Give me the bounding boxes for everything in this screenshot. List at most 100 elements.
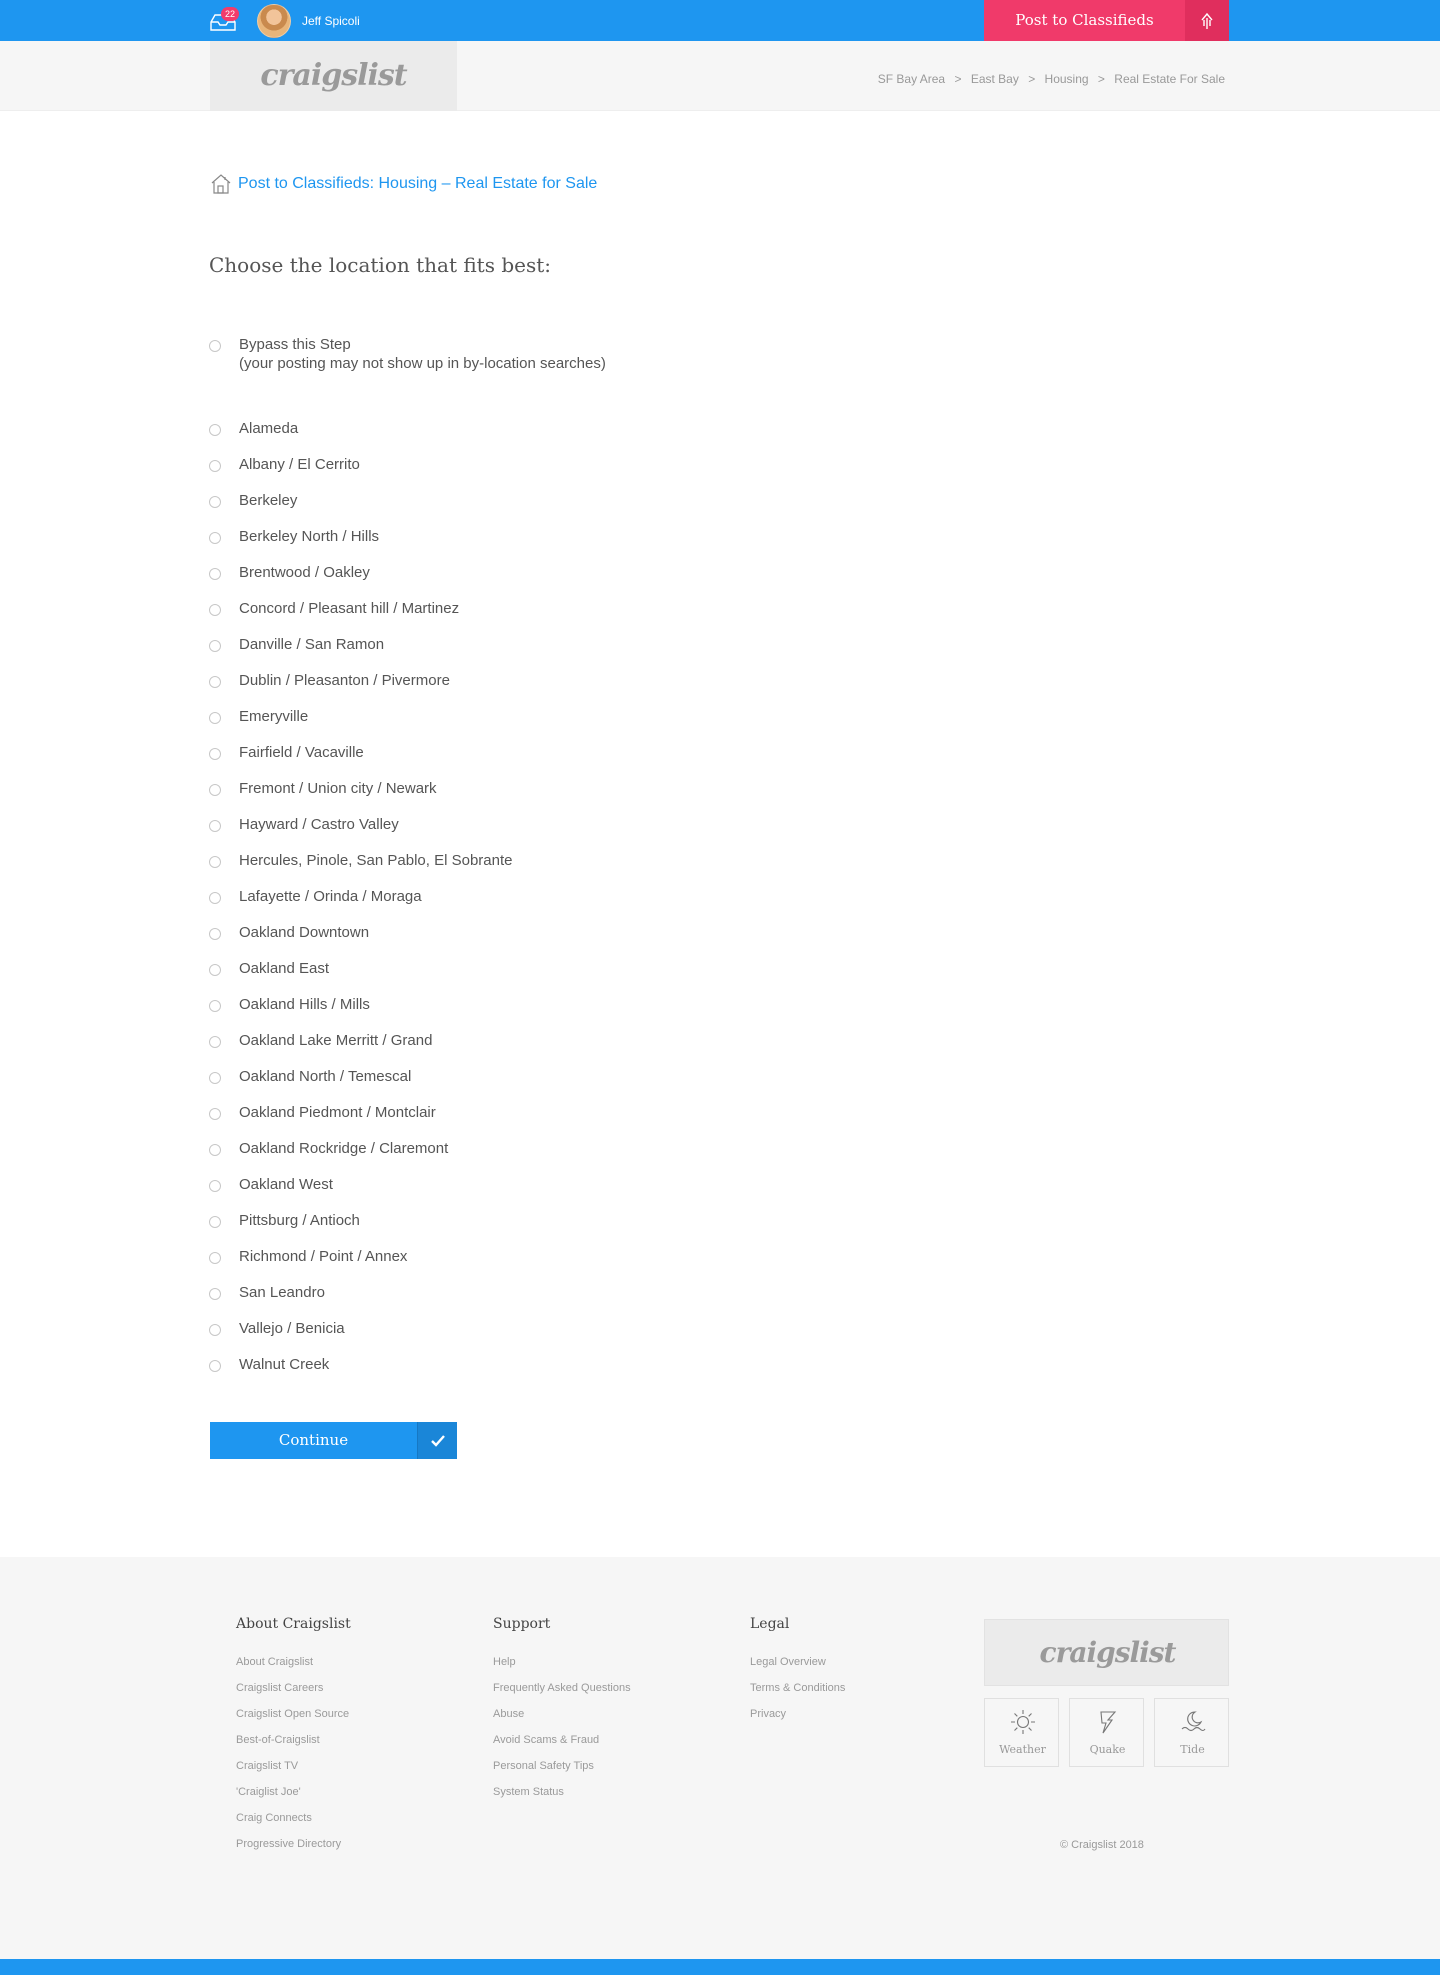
- location-label[interactable]: Richmond / Point / Annex: [239, 1248, 407, 1265]
- location-label[interactable]: Hayward / Castro Valley: [239, 816, 399, 833]
- location-option[interactable]: Berkeley North / Hills: [0, 526, 600, 562]
- location-option[interactable]: Fremont / Union city / Newark: [0, 778, 600, 814]
- location-option[interactable]: Oakland Hills / Mills: [0, 994, 600, 1030]
- location-radio[interactable]: [209, 568, 221, 580]
- location-option[interactable]: Oakland Downtown: [0, 922, 600, 958]
- breadcrumb-real-estate[interactable]: Real Estate For Sale: [1114, 72, 1225, 86]
- footer-link[interactable]: Help: [493, 1656, 516, 1668]
- location-radio[interactable]: [209, 1108, 221, 1120]
- location-radio[interactable]: [209, 604, 221, 616]
- location-option[interactable]: Vallejo / Benicia: [0, 1318, 600, 1354]
- location-option[interactable]: Albany / El Cerrito: [0, 454, 600, 490]
- location-radio[interactable]: [209, 1360, 221, 1372]
- location-label[interactable]: Dublin / Pleasanton / Pivermore: [239, 672, 450, 689]
- footer-link[interactable]: About Craigslist: [236, 1656, 313, 1668]
- location-label[interactable]: Alameda: [239, 420, 298, 437]
- location-label[interactable]: Lafayette / Orinda / Moraga: [239, 888, 422, 905]
- location-option[interactable]: Dublin / Pleasanton / Pivermore: [0, 670, 600, 706]
- location-option[interactable]: Alameda: [0, 418, 600, 454]
- location-option[interactable]: Walnut Creek: [0, 1354, 600, 1390]
- logo[interactable]: craigslist: [210, 41, 457, 111]
- location-label[interactable]: Brentwood / Oakley: [239, 564, 370, 581]
- footer-link[interactable]: Personal Safety Tips: [493, 1760, 594, 1772]
- location-option[interactable]: Danville / San Ramon: [0, 634, 600, 670]
- breadcrumb-sf-bay-area[interactable]: SF Bay Area: [878, 72, 945, 86]
- location-radio[interactable]: [209, 424, 221, 436]
- avatar[interactable]: [257, 4, 291, 38]
- location-label[interactable]: Oakland East: [239, 960, 329, 977]
- breadcrumb-east-bay[interactable]: East Bay: [971, 72, 1019, 86]
- location-radio[interactable]: [209, 1288, 221, 1300]
- location-radio[interactable]: [209, 712, 221, 724]
- post-to-classifieds-button[interactable]: Post to Classifieds: [984, 0, 1185, 41]
- location-radio[interactable]: [209, 856, 221, 868]
- footer-link[interactable]: Privacy: [750, 1708, 786, 1720]
- quake-widget[interactable]: Quake: [1069, 1698, 1144, 1767]
- location-label[interactable]: Fairfield / Vacaville: [239, 744, 364, 761]
- location-option[interactable]: Hercules, Pinole, San Pablo, El Sobrante: [0, 850, 600, 886]
- location-option[interactable]: Hayward / Castro Valley: [0, 814, 600, 850]
- location-radio[interactable]: [209, 460, 221, 472]
- location-label[interactable]: Oakland Piedmont / Montclair: [239, 1104, 436, 1121]
- location-radio[interactable]: [209, 1324, 221, 1336]
- location-option[interactable]: Concord / Pleasant hill / Martinez: [0, 598, 600, 634]
- location-radio[interactable]: [209, 1180, 221, 1192]
- footer-link[interactable]: 'Craiglist Joe': [236, 1786, 301, 1798]
- location-radio[interactable]: [209, 640, 221, 652]
- location-radio[interactable]: [209, 784, 221, 796]
- location-option[interactable]: Lafayette / Orinda / Moraga: [0, 886, 600, 922]
- location-label[interactable]: Oakland North / Temescal: [239, 1068, 411, 1085]
- page-title-link[interactable]: Post to Classifieds: Housing – Real Esta…: [238, 175, 597, 193]
- username[interactable]: Jeff Spicoli: [302, 14, 360, 28]
- location-label[interactable]: San Leandro: [239, 1284, 325, 1301]
- location-option[interactable]: Oakland Lake Merritt / Grand: [0, 1030, 600, 1066]
- location-radio[interactable]: [209, 1000, 221, 1012]
- location-radio[interactable]: [209, 1216, 221, 1228]
- location-option[interactable]: Brentwood / Oakley: [0, 562, 600, 598]
- location-label[interactable]: Walnut Creek: [239, 1356, 329, 1373]
- location-radio[interactable]: [209, 892, 221, 904]
- footer-link[interactable]: Best-of-Craigslist: [236, 1734, 320, 1746]
- location-label[interactable]: Pittsburg / Antioch: [239, 1212, 360, 1229]
- footer-link[interactable]: Progressive Directory: [236, 1838, 341, 1850]
- continue-button[interactable]: Continue: [210, 1422, 457, 1459]
- location-radio[interactable]: [209, 1072, 221, 1084]
- location-radio[interactable]: [209, 676, 221, 688]
- location-label[interactable]: Emeryville: [239, 708, 308, 725]
- location-option[interactable]: Pittsburg / Antioch: [0, 1210, 600, 1246]
- footer-link[interactable]: Frequently Asked Questions: [493, 1682, 631, 1694]
- location-label[interactable]: Oakland Lake Merritt / Grand: [239, 1032, 432, 1049]
- radio-bypass[interactable]: [209, 340, 221, 352]
- location-option[interactable]: Oakland Rockridge / Claremont: [0, 1138, 600, 1174]
- location-option[interactable]: Oakland North / Temescal: [0, 1066, 600, 1102]
- location-radio[interactable]: [209, 928, 221, 940]
- location-option[interactable]: San Leandro: [0, 1282, 600, 1318]
- footer-link[interactable]: Craig Connects: [236, 1812, 312, 1824]
- location-label[interactable]: Fremont / Union city / Newark: [239, 780, 437, 797]
- location-label[interactable]: Oakland West: [239, 1176, 333, 1193]
- footer-link[interactable]: Craigslist Open Source: [236, 1708, 349, 1720]
- location-label[interactable]: Hercules, Pinole, San Pablo, El Sobrante: [239, 852, 513, 869]
- footer-link[interactable]: Avoid Scams & Fraud: [493, 1734, 599, 1746]
- location-option[interactable]: Richmond / Point / Annex: [0, 1246, 600, 1282]
- location-label[interactable]: Danville / San Ramon: [239, 636, 384, 653]
- footer-logo[interactable]: craigslist: [984, 1619, 1229, 1686]
- location-label[interactable]: Berkeley North / Hills: [239, 528, 379, 545]
- location-radio[interactable]: [209, 1036, 221, 1048]
- upload-icon[interactable]: [1185, 0, 1229, 41]
- location-label[interactable]: Concord / Pleasant hill / Martinez: [239, 600, 459, 617]
- location-label[interactable]: Vallejo / Benicia: [239, 1320, 345, 1337]
- location-label[interactable]: Oakland Rockridge / Claremont: [239, 1140, 448, 1157]
- location-radio[interactable]: [209, 748, 221, 760]
- location-option[interactable]: Oakland East: [0, 958, 600, 994]
- breadcrumb-housing[interactable]: Housing: [1045, 72, 1089, 86]
- location-label[interactable]: Berkeley: [239, 492, 297, 509]
- location-option[interactable]: Berkeley: [0, 490, 600, 526]
- location-radio[interactable]: [209, 1252, 221, 1264]
- location-radio[interactable]: [209, 1144, 221, 1156]
- location-radio[interactable]: [209, 532, 221, 544]
- location-option[interactable]: Emeryville: [0, 706, 600, 742]
- location-option[interactable]: Oakland West: [0, 1174, 600, 1210]
- location-radio[interactable]: [209, 496, 221, 508]
- weather-widget[interactable]: Weather: [984, 1698, 1059, 1767]
